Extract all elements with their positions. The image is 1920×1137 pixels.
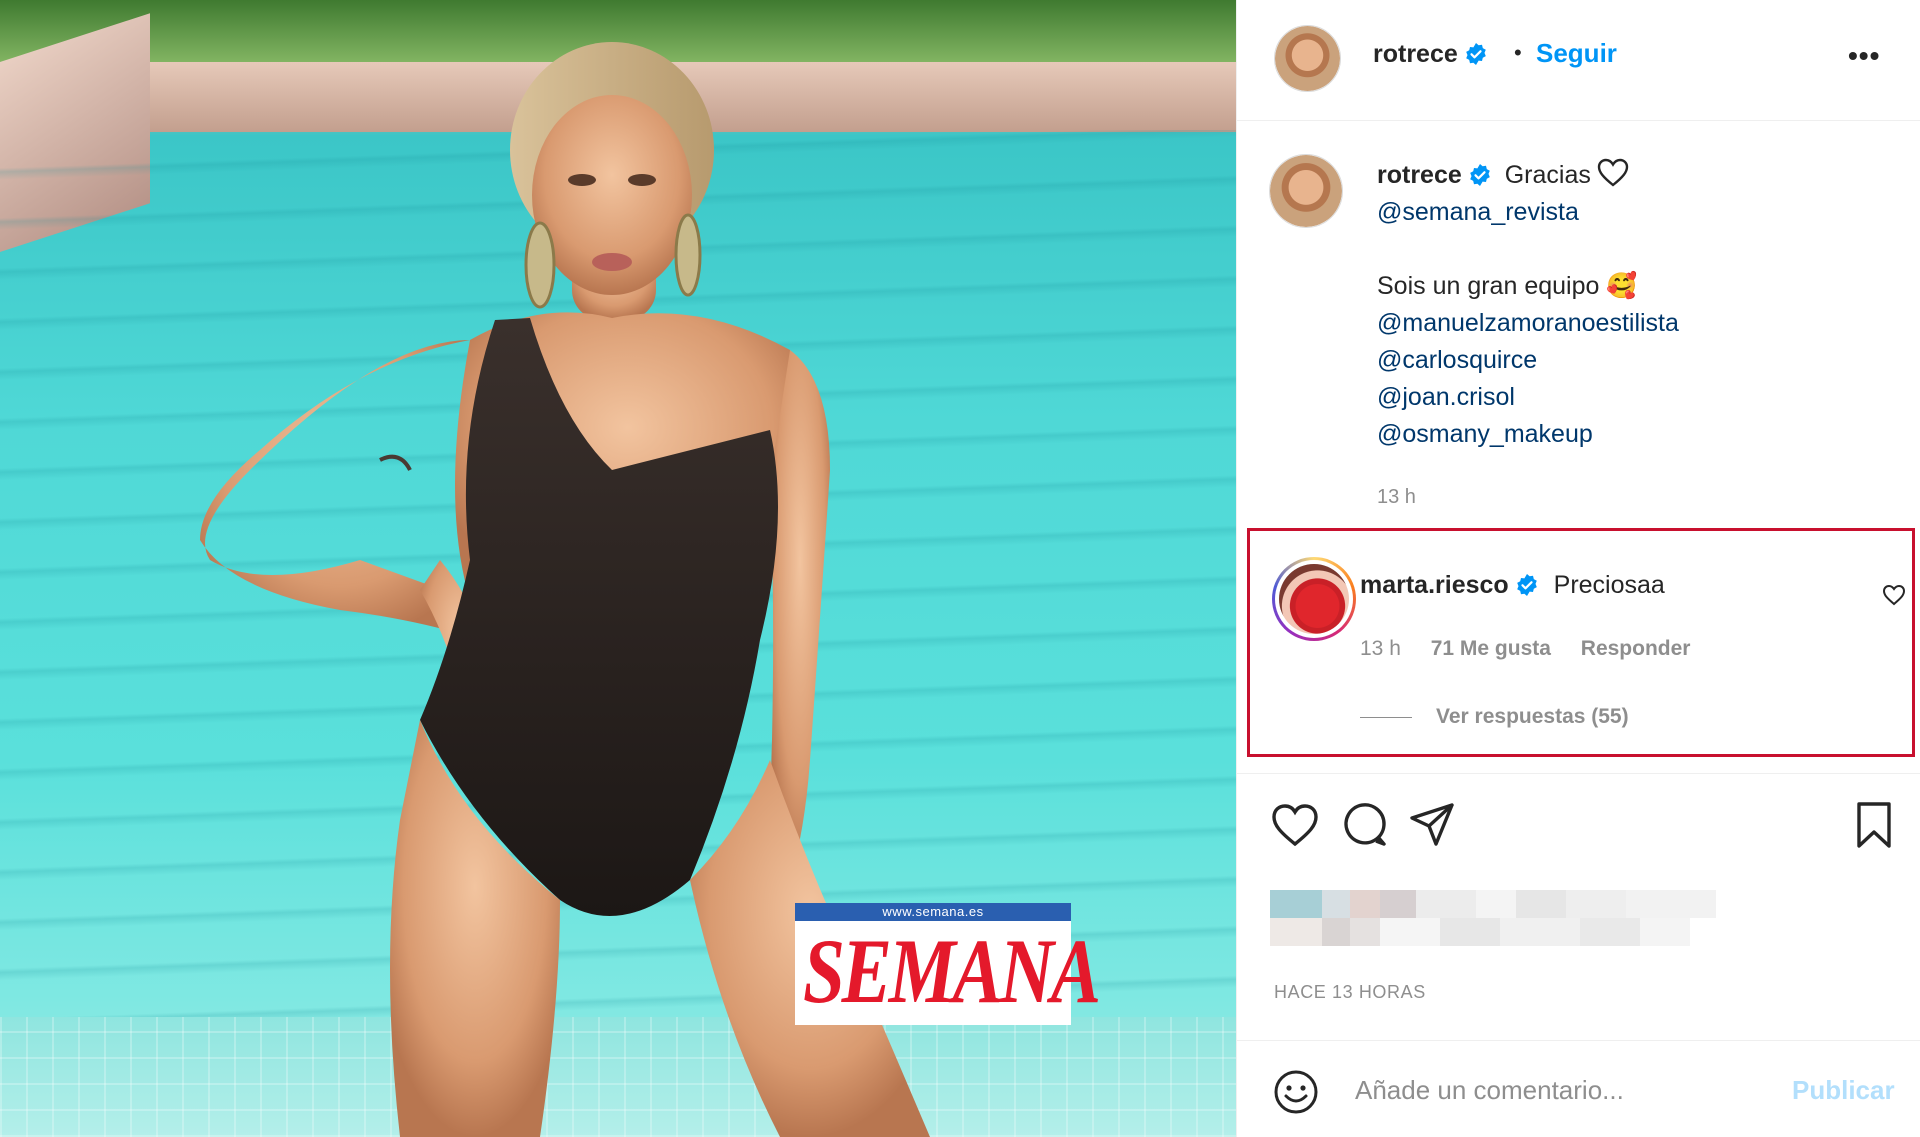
view-replies-label: Ver respuestas (55) (1436, 705, 1629, 728)
post-photo[interactable]: www.semana.es SEMANA (0, 0, 1236, 1137)
white-heart-icon (1597, 158, 1629, 187)
commenter-avatar[interactable] (1272, 557, 1356, 641)
caption-author-avatar[interactable] (1269, 154, 1343, 228)
caption-text-team: Sois un gran equipo 🥰 (1377, 272, 1638, 300)
comment-text-row: marta.riesco Preciosaa (1360, 571, 1665, 600)
more-options-icon[interactable]: ••• (1848, 40, 1880, 72)
mention-link[interactable]: @semana_revista (1377, 194, 1897, 231)
post-header: rotrece • Seguir ••• (1237, 0, 1920, 121)
view-replies-button[interactable]: Ver respuestas (55) (1360, 705, 1629, 729)
author-avatar[interactable] (1274, 25, 1341, 92)
actions-divider (1237, 773, 1920, 774)
comment-text: Preciosaa (1553, 571, 1665, 599)
likes-summary-pixelated (1270, 890, 1730, 946)
comment-timestamp[interactable]: 13 h (1360, 637, 1401, 660)
bookmark-icon[interactable] (1849, 800, 1899, 850)
semana-watermark-logo: www.semana.es SEMANA (795, 903, 1101, 1025)
comment-reply-button[interactable]: Responder (1581, 637, 1691, 660)
publish-button[interactable]: Publicar (1792, 1075, 1895, 1106)
semana-watermark-url: www.semana.es (882, 904, 984, 919)
comment-icon[interactable] (1340, 800, 1390, 850)
comment-like-heart-icon[interactable] (1882, 583, 1906, 607)
share-icon[interactable] (1407, 800, 1457, 850)
follow-button[interactable]: Seguir (1536, 38, 1617, 69)
heart-icon[interactable] (1270, 800, 1320, 850)
mention-link[interactable]: @carlosquirce (1377, 342, 1897, 379)
mention-link[interactable]: @manuelzamoranoestilista (1377, 305, 1897, 342)
post-side-panel: rotrece • Seguir ••• rotrece Gracias @se… (1236, 0, 1920, 1137)
highlighted-comment: marta.riesco Preciosaa 13 h 71 Me gusta … (1247, 528, 1915, 757)
commenter-username[interactable]: marta.riesco (1360, 571, 1509, 599)
header-separator: • (1514, 40, 1522, 65)
comment-input[interactable] (1355, 1067, 1775, 1113)
caption-body: rotrece Gracias @semana_revista Sois un … (1377, 157, 1897, 453)
add-comment-bar: Publicar (1237, 1040, 1920, 1137)
mention-link[interactable]: @osmany_makeup (1377, 416, 1897, 453)
comment-meta: 13 h 71 Me gusta Responder (1360, 637, 1714, 661)
verified-badge-icon (1469, 164, 1490, 186)
caption-timestamp[interactable]: 13 h (1377, 486, 1416, 509)
semana-watermark-wordmark: SEMANA (803, 920, 1101, 1022)
emoji-icon[interactable] (1273, 1069, 1319, 1115)
post-timestamp[interactable]: HACE 13 HORAS (1274, 982, 1426, 1003)
replies-divider (1360, 716, 1412, 718)
caption-text-thanks: Gracias (1504, 161, 1591, 189)
verified-badge-icon (1516, 574, 1537, 596)
post-action-bar (1237, 800, 1920, 860)
author-username[interactable]: rotrece (1373, 40, 1488, 69)
comment-likes-count[interactable]: 71 Me gusta (1431, 637, 1551, 660)
caption-username[interactable]: rotrece (1377, 161, 1462, 189)
verified-badge-icon (1465, 43, 1486, 65)
mention-link[interactable]: @joan.crisol (1377, 379, 1897, 416)
